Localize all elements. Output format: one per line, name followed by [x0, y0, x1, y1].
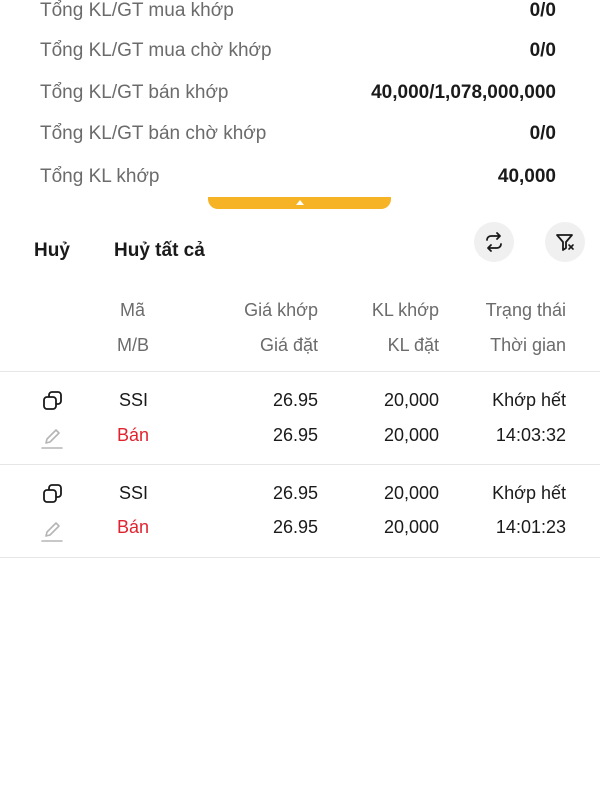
order-status: Khớp hết — [492, 483, 566, 503]
summary-row-buy-matched: Tổng KL/GT mua khớp 0/0 — [40, 0, 556, 26]
header-side: M/B — [117, 335, 150, 355]
copy-order-button[interactable] — [42, 483, 64, 510]
cancel-button[interactable]: Huỷ — [34, 240, 70, 262]
summary-value: 0/0 — [529, 40, 556, 61]
edit-order-button[interactable] — [40, 426, 64, 455]
order-match-price: 26.95 — [272, 483, 318, 503]
copy-icon — [43, 391, 62, 410]
order-qty: 20,000 — [383, 425, 439, 445]
order-row[interactable]: SSI Bán 26.95 26.95 20,000 20,000 Khớp h… — [0, 465, 600, 557]
header-order-qty: KL đặt — [387, 335, 439, 355]
summary-row-buy-pending: Tổng KL/GT mua chờ khớp 0/0 — [40, 36, 556, 66]
order-price: 26.95 — [272, 517, 318, 537]
summary-row-total-matched: Tổng KL khớp 40,000 — [40, 162, 556, 192]
summary-label: Tổng KL/GT bán khớp — [40, 82, 229, 103]
header-time: Thời gian — [490, 335, 566, 355]
repeat-icon — [486, 232, 502, 252]
summary-label: Tổng KL/GT mua khớp — [40, 0, 234, 21]
header-match-price: Giá khớp — [244, 300, 318, 320]
pencil-icon — [41, 429, 63, 449]
summary-value: 40,000/1,078,000,000 — [371, 82, 556, 103]
header-order-price: Giá đặt — [259, 335, 318, 355]
summary-value: 0/0 — [529, 0, 556, 21]
order-code: SSI — [119, 483, 149, 503]
order-row[interactable]: SSI Bán 26.95 26.95 20,000 20,000 Khớp h… — [0, 372, 600, 464]
collapse-summary-handle[interactable] — [208, 197, 391, 209]
order-qty: 20,000 — [383, 517, 439, 537]
summary-label: Tổng KL/GT mua chờ khớp — [40, 40, 272, 61]
order-price: 26.95 — [272, 425, 318, 445]
order-code: SSI — [119, 390, 149, 410]
copy-order-button[interactable] — [42, 390, 64, 417]
header-status: Trạng thái — [485, 300, 566, 320]
order-match-qty: 20,000 — [383, 390, 439, 410]
divider — [0, 557, 600, 558]
summary-row-sell-matched: Tổng KL/GT bán khớp 40,000/1,078,000,000 — [40, 78, 556, 108]
header-code: Mã — [120, 300, 146, 320]
header-match-qty: KL khớp — [371, 300, 439, 320]
summary-label: Tổng KL/GT bán chờ khớp — [40, 123, 267, 144]
summary-value: 40,000 — [497, 166, 556, 187]
order-side: Bán — [117, 517, 150, 537]
edit-order-button[interactable] — [40, 519, 64, 548]
cancel-all-button[interactable]: Huỷ tất cả — [114, 240, 205, 262]
order-time: 14:01:23 — [495, 517, 566, 537]
order-match-price: 26.95 — [272, 390, 318, 410]
orders-table-header: Mã M/B Giá khớp Giá đặt KL khớp KL đặt T… — [0, 290, 600, 370]
filter-button[interactable] — [545, 222, 585, 262]
order-status: Khớp hết — [492, 390, 566, 410]
summary-label: Tổng KL khớp — [40, 166, 160, 187]
order-side: Bán — [117, 425, 150, 445]
copy-icon — [43, 484, 62, 503]
caret-up-icon — [295, 200, 304, 205]
pencil-icon — [41, 522, 63, 542]
order-match-qty: 20,000 — [383, 483, 439, 503]
summary-row-sell-pending: Tổng KL/GT bán chờ khớp 0/0 — [40, 119, 556, 149]
refresh-button[interactable] — [474, 222, 514, 262]
order-time: 14:03:32 — [495, 425, 566, 445]
summary-value: 0/0 — [529, 123, 556, 144]
filter-icon — [556, 234, 574, 251]
